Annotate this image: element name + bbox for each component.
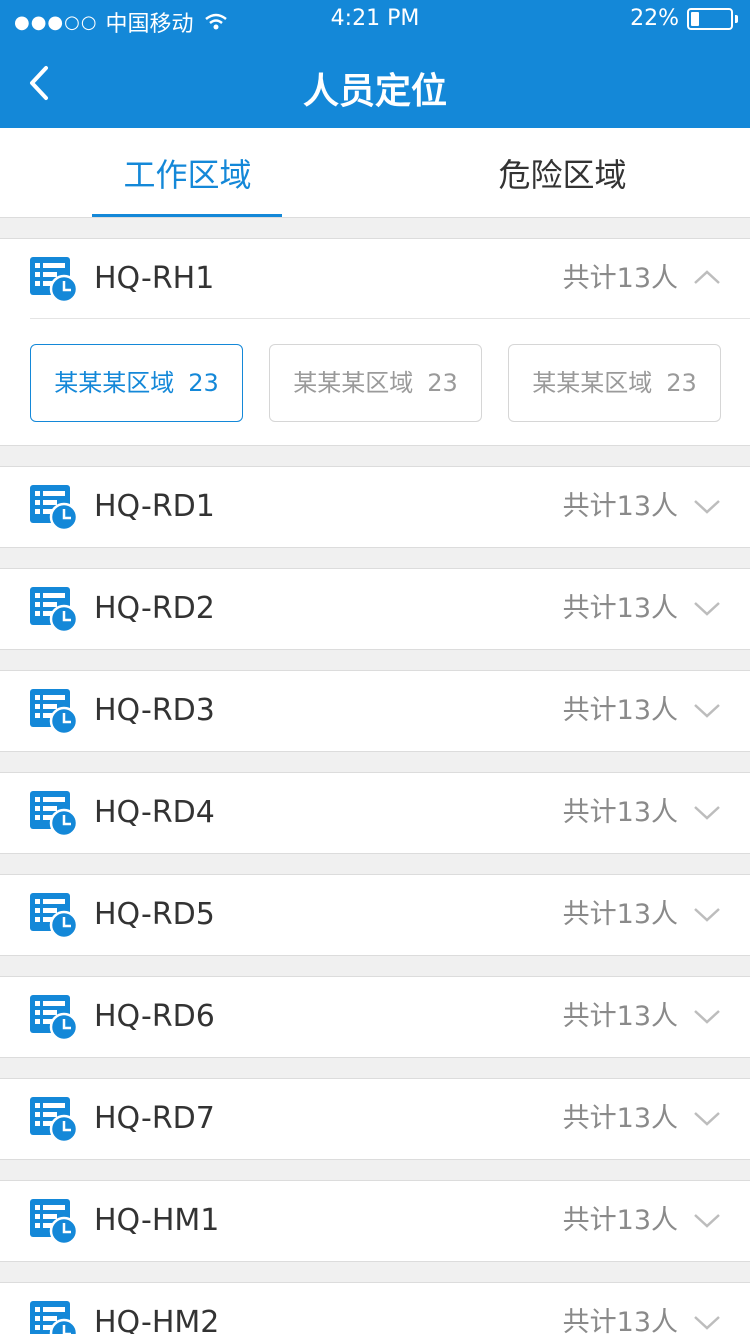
- top-bar: ●●●○○ 中国移动 4:21 PM 22% 人员定位: [0, 0, 750, 128]
- chevron-down-icon[interactable]: [692, 699, 722, 721]
- battery-percent: 22%: [630, 6, 679, 31]
- area-group-total: 共计13人: [562, 899, 678, 930]
- area-schedule-icon: [30, 485, 78, 531]
- active-tab-indicator: [92, 214, 282, 217]
- tab-danger-area[interactable]: 危险区域: [375, 128, 750, 218]
- chevron-up-icon[interactable]: [692, 267, 722, 289]
- area-group-header[interactable]: HQ-HM1 共计13人: [0, 1181, 750, 1261]
- area-schedule-icon: [30, 1301, 78, 1334]
- area-group-total: 共计13人: [562, 1307, 678, 1334]
- chevron-down-icon[interactable]: [692, 1005, 722, 1027]
- sub-area-chip[interactable]: 某某某区域 23: [508, 344, 721, 422]
- chevron-down-icon[interactable]: [692, 1209, 722, 1231]
- area-group-name: HQ-RD1: [94, 489, 215, 524]
- battery-icon: [687, 7, 733, 30]
- area-schedule-icon: [30, 893, 78, 939]
- area-group-header[interactable]: HQ-RD6 共计13人: [0, 977, 750, 1057]
- area-schedule-icon: [30, 995, 78, 1041]
- chevron-down-icon[interactable]: [692, 1107, 722, 1129]
- area-group-name: HQ-RD3: [94, 693, 215, 728]
- area-group-total: 共计13人: [562, 797, 678, 828]
- area-group[interactable]: HQ-RH1 共计13人某某某区域 23 某某某区域 23 某某某区域 23: [0, 238, 750, 446]
- area-group-name: HQ-RD6: [94, 999, 215, 1034]
- area-group-total: 共计13人: [562, 491, 678, 522]
- area-group[interactable]: HQ-RD7 共计13人: [0, 1078, 750, 1160]
- area-group-name: HQ-RD7: [94, 1101, 215, 1136]
- area-group[interactable]: HQ-RD2 共计13人: [0, 568, 750, 650]
- area-group-name: HQ-RD5: [94, 897, 215, 932]
- tab-work-area[interactable]: 工作区域: [0, 128, 375, 218]
- sub-area-chip[interactable]: 某某某区域 23: [269, 344, 482, 422]
- area-group-total: 共计13人: [562, 1205, 678, 1236]
- area-group-header[interactable]: HQ-RD5 共计13人: [0, 875, 750, 955]
- sub-area-count: 23: [666, 369, 697, 397]
- sub-area-chip[interactable]: 某某某区域 23: [30, 344, 243, 422]
- sub-area-label: 某某某区域: [293, 369, 414, 397]
- area-group-total: 共计13人: [562, 1001, 678, 1032]
- battery-indicator: 22%: [630, 6, 738, 31]
- area-group-name: HQ-RH1: [94, 261, 215, 296]
- sub-area-list: 某某某区域 23 某某某区域 23 某某某区域 23: [0, 319, 750, 445]
- area-group[interactable]: HQ-RD5 共计13人: [0, 874, 750, 956]
- area-group-header[interactable]: HQ-RD3 共计13人: [0, 671, 750, 751]
- area-group-name: HQ-HM1: [94, 1203, 220, 1238]
- area-group-header[interactable]: HQ-HM2 共计13人: [0, 1283, 750, 1334]
- area-group[interactable]: HQ-RD6 共计13人: [0, 976, 750, 1058]
- area-group-header[interactable]: HQ-RD2 共计13人: [0, 569, 750, 649]
- page-title: 人员定位: [302, 71, 447, 112]
- area-group-total: 共计13人: [562, 1103, 678, 1134]
- chevron-down-icon[interactable]: [692, 597, 722, 619]
- area-group[interactable]: HQ-RD4 共计13人: [0, 772, 750, 854]
- area-schedule-icon: [30, 1097, 78, 1143]
- status-bar: ●●●○○ 中国移动 4:21 PM 22%: [0, 0, 750, 40]
- sub-area-label: 某某某区域: [54, 369, 175, 397]
- sub-area-count: 23: [427, 369, 458, 397]
- area-group[interactable]: HQ-RD3 共计13人: [0, 670, 750, 752]
- area-group-total: 共计13人: [562, 263, 678, 294]
- chevron-down-icon[interactable]: [692, 1311, 722, 1333]
- area-group[interactable]: HQ-RD1 共计13人: [0, 466, 750, 548]
- area-schedule-icon: [30, 689, 78, 735]
- area-group-total: 共计13人: [562, 695, 678, 726]
- area-group-name: HQ-RD4: [94, 795, 215, 830]
- area-schedule-icon: [30, 1199, 78, 1245]
- area-group-total: 共计13人: [562, 593, 678, 624]
- area-group[interactable]: HQ-HM2 共计13人: [0, 1282, 750, 1334]
- area-group-header[interactable]: HQ-RD4 共计13人: [0, 773, 750, 853]
- area-group[interactable]: HQ-HM1 共计13人: [0, 1180, 750, 1262]
- chevron-down-icon[interactable]: [692, 903, 722, 925]
- area-group-header[interactable]: HQ-RD7 共计13人: [0, 1079, 750, 1159]
- area-group-name: HQ-RD2: [94, 591, 215, 626]
- chevron-down-icon[interactable]: [692, 495, 722, 517]
- area-schedule-icon: [30, 791, 78, 837]
- area-group-header[interactable]: HQ-RH1 共计13人: [30, 239, 750, 319]
- nav-bar: 人员定位: [0, 40, 750, 128]
- area-schedule-icon: [30, 257, 78, 303]
- sub-area-count: 23: [188, 369, 219, 397]
- area-schedule-icon: [30, 587, 78, 633]
- chevron-down-icon[interactable]: [692, 801, 722, 823]
- area-group-name: HQ-HM2: [94, 1305, 220, 1334]
- area-group-header[interactable]: HQ-RD1 共计13人: [0, 467, 750, 547]
- sub-area-label: 某某某区域: [532, 369, 653, 397]
- tab-bar: 工作区域 危险区域: [0, 128, 750, 218]
